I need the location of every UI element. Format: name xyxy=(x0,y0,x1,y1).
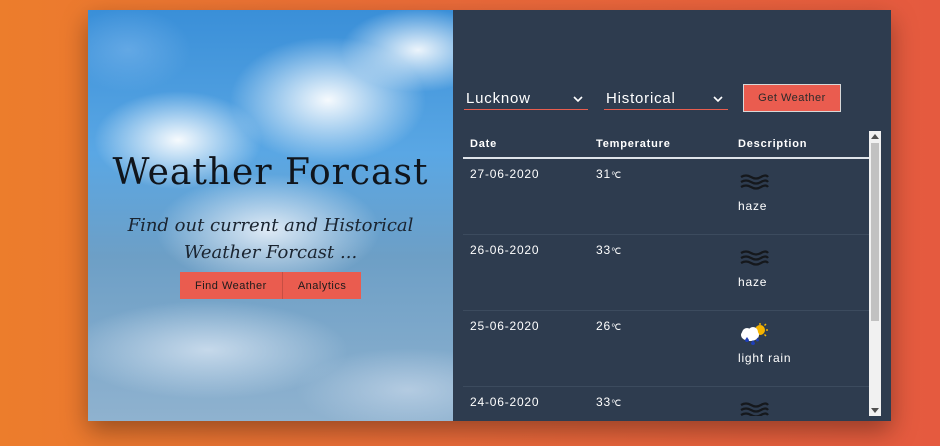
haze-icon xyxy=(740,174,769,190)
haze-icon xyxy=(740,402,769,416)
haze-icon xyxy=(740,250,769,266)
row-description: light rain xyxy=(731,311,879,386)
row-temperature: 33℃ xyxy=(596,395,622,409)
city-select-value: Lucknow xyxy=(466,90,531,107)
page-title: Weather Forcast xyxy=(112,152,429,193)
table-scrollbar[interactable] xyxy=(869,131,881,416)
weather-table: Date Temperature Description 27-06-2020 … xyxy=(463,131,879,416)
row-description-text: haze xyxy=(738,199,768,213)
table-row: 25-06-2020 26℃ light rain xyxy=(463,311,879,387)
row-temperature: 26℃ xyxy=(596,319,622,333)
scroll-up-arrow-icon[interactable] xyxy=(869,131,881,141)
row-date: 25-06-2020 xyxy=(470,319,540,333)
row-date: 24-06-2020 xyxy=(470,395,540,409)
row-description: haze xyxy=(731,159,879,234)
row-date: 26-06-2020 xyxy=(470,243,540,257)
row-description-text: light rain xyxy=(738,351,792,365)
weather-panel: Lucknow Historical Get Weather Date Temp… xyxy=(453,10,891,421)
scroll-down-arrow-icon[interactable] xyxy=(869,406,881,416)
row-description xyxy=(731,387,879,416)
mode-select-value: Historical xyxy=(606,90,676,107)
table-row: 27-06-2020 31℃ haze xyxy=(463,159,879,235)
row-temperature: 31℃ xyxy=(596,167,622,181)
analytics-button[interactable]: Analytics xyxy=(281,272,362,299)
table-header: Date Temperature Description xyxy=(463,131,879,159)
table-row: 24-06-2020 33℃ xyxy=(463,387,879,416)
chevron-down-icon xyxy=(573,95,583,102)
scrollbar-thumb[interactable] xyxy=(871,143,879,321)
row-date: 27-06-2020 xyxy=(470,167,540,181)
hero-subtitle: Find out current and Historical Weather … xyxy=(127,215,414,263)
find-weather-button[interactable]: Find Weather xyxy=(180,272,282,299)
header-description: Description xyxy=(738,138,808,150)
weather-app-card: Weather Forcast Find out current and His… xyxy=(88,10,891,421)
header-temperature: Temperature xyxy=(596,138,671,150)
city-select[interactable]: Lucknow xyxy=(464,88,588,110)
row-temperature: 33℃ xyxy=(596,243,622,257)
chevron-down-icon xyxy=(713,95,723,102)
header-date: Date xyxy=(470,138,498,150)
row-description: haze xyxy=(731,235,879,310)
row-description-text: haze xyxy=(738,275,768,289)
mode-select[interactable]: Historical xyxy=(604,88,728,110)
hero-button-group: Find Weather Analytics xyxy=(180,272,362,299)
get-weather-button[interactable]: Get Weather xyxy=(743,84,841,112)
hero-section: Weather Forcast Find out current and His… xyxy=(88,10,453,421)
table-row: 26-06-2020 33℃ haze xyxy=(463,235,879,311)
light-rain-icon xyxy=(741,323,768,345)
